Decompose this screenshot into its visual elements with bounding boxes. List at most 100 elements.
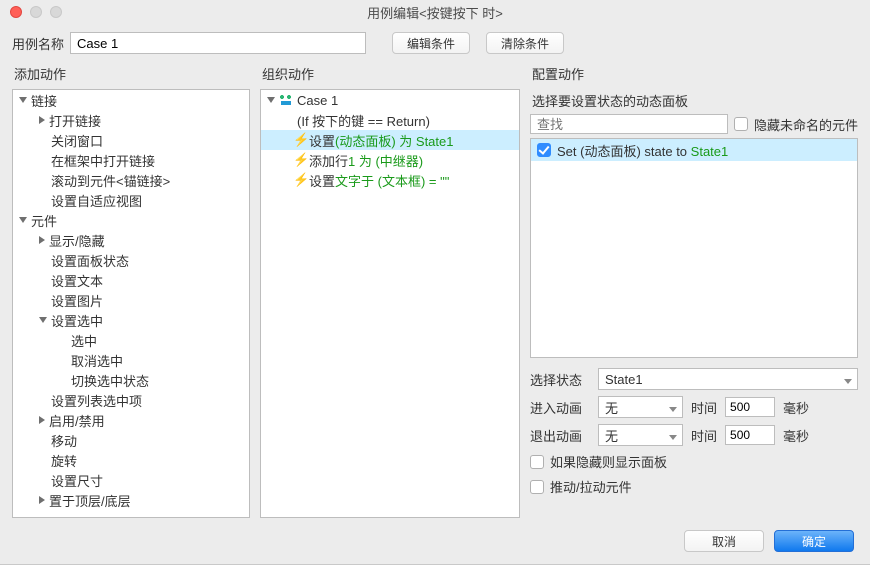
hide-unnamed-checkbox[interactable] <box>734 117 748 131</box>
tree-group-links[interactable]: 链接 <box>13 90 249 110</box>
case-action-tree[interactable]: Case 1 (If 按下的键 == Return) ⚡ 设置 (动态面板) 为… <box>260 89 520 518</box>
window-title: 用例编辑<按键按下 时> <box>8 3 862 22</box>
case-label: Case 1 <box>297 93 338 108</box>
tree-label: 滚动到元件<锚链接> <box>51 171 170 190</box>
target-row[interactable]: Set (动态面板) state to State1 <box>531 139 857 161</box>
configure-area: 选择要设置状态的动态面板 隐藏未命名的元件 Set (动态面板) state t… <box>530 89 858 518</box>
window-traffic-lights <box>10 6 62 18</box>
tree-item-enable-disable[interactable]: 启用/禁用 <box>13 410 249 430</box>
tree-item-set-image[interactable]: 设置图片 <box>13 290 249 310</box>
anim-out-select[interactable]: 无 <box>598 424 683 446</box>
tree-item-close-window[interactable]: 关闭窗口 <box>13 130 249 150</box>
tree-label: 显示/隐藏 <box>49 231 105 250</box>
close-icon[interactable] <box>10 6 22 18</box>
select-state-label: 选择状态 <box>530 370 590 389</box>
select-state-row: 选择状态 State1 <box>530 368 858 390</box>
tree-item-deselect[interactable]: 取消选中 <box>13 350 249 370</box>
tree-item-show-hide[interactable]: 显示/隐藏 <box>13 230 249 250</box>
state-select-value: State1 <box>605 372 643 387</box>
condition-label: (If 按下的键 == Return) <box>297 111 430 130</box>
organize-action-heading: 组织动作 <box>260 64 520 89</box>
tree-item-open-in-frame[interactable]: 在框架中打开链接 <box>13 150 249 170</box>
chevron-down-icon <box>39 317 47 323</box>
target-checkbox[interactable] <box>537 143 551 157</box>
hide-unnamed-label: 隐藏未命名的元件 <box>754 115 858 134</box>
bolt-icon: ⚡ <box>293 132 307 148</box>
state-select[interactable]: State1 <box>598 368 858 390</box>
chevron-right-icon <box>39 236 45 244</box>
chevron-right-icon <box>39 416 45 424</box>
time-out-label: 时间 <box>691 426 717 445</box>
cancel-button[interactable]: 取消 <box>684 530 764 552</box>
anim-in-row: 进入动画 无 时间 毫秒 <box>530 396 858 418</box>
tree-label: 元件 <box>31 211 57 230</box>
show-if-hidden-label: 如果隐藏则显示面板 <box>550 452 667 471</box>
chevron-down-icon <box>19 217 27 223</box>
chevron-down-icon <box>267 97 275 103</box>
organize-action-column: 组织动作 Case 1 (If 按下的键 == Return) ⚡ 设置 (动态… <box>260 64 520 518</box>
tree-item-move[interactable]: 移动 <box>13 430 249 450</box>
action-prefix: 设置 <box>309 131 335 150</box>
tree-label: 设置选中 <box>51 311 103 330</box>
clear-condition-button[interactable]: 清除条件 <box>486 32 564 54</box>
target-state: State1 <box>691 144 729 159</box>
zoom-icon <box>50 6 62 18</box>
tree-item-toggle-select[interactable]: 切换选中状态 <box>13 370 249 390</box>
action-set-text[interactable]: ⚡ 设置 文字于 (文本框) = "" <box>261 170 519 190</box>
tree-item-set-text[interactable]: 设置文本 <box>13 270 249 290</box>
tree-item-set-size[interactable]: 设置尺寸 <box>13 470 249 490</box>
tree-label: 设置面板状态 <box>51 251 129 270</box>
tree-item-open-link[interactable]: 打开链接 <box>13 110 249 130</box>
action-add-row[interactable]: ⚡ 添加行 1 为 (中继器) <box>261 150 519 170</box>
bolt-icon: ⚡ <box>293 172 307 188</box>
add-action-heading: 添加动作 <box>12 64 250 89</box>
dialog-window: 用例编辑<按键按下 时> 用例名称 编辑条件 清除条件 添加动作 链接 打开链接 <box>0 0 870 565</box>
action-prefix: 设置 <box>309 171 335 190</box>
minimize-icon <box>30 6 42 18</box>
anim-in-select[interactable]: 无 <box>598 396 683 418</box>
anim-out-label: 退出动画 <box>530 426 590 445</box>
action-library-tree[interactable]: 链接 打开链接 关闭窗口 在框架中打开链接 滚动到元件<锚链接> <box>12 89 250 518</box>
show-if-hidden-row: 如果隐藏则显示面板 <box>530 452 858 471</box>
tree-item-select[interactable]: 选中 <box>13 330 249 350</box>
tree-item-panel-state[interactable]: 设置面板状态 <box>13 250 249 270</box>
action-target: (动态面板) 为 State1 <box>335 131 453 150</box>
tree-item-bring-front-back[interactable]: 置于顶层/底层 <box>13 490 249 510</box>
target-list[interactable]: Set (动态面板) state to State1 <box>530 138 858 358</box>
ok-button[interactable]: 确定 <box>774 530 854 552</box>
case-name-input[interactable] <box>70 32 366 54</box>
edit-condition-button[interactable]: 编辑条件 <box>392 32 470 54</box>
ms-unit: 毫秒 <box>783 398 809 417</box>
tree-item-rotate[interactable]: 旋转 <box>13 450 249 470</box>
chevron-down-icon <box>19 97 27 103</box>
columns: 添加动作 链接 打开链接 关闭窗口 在框架中打开链接 <box>0 64 870 518</box>
time-in-label: 时间 <box>691 398 717 417</box>
push-pull-checkbox[interactable] <box>530 480 544 494</box>
time-out-input[interactable] <box>725 425 775 445</box>
case-condition[interactable]: (If 按下的键 == Return) <box>261 110 519 130</box>
action-target: 文字于 (文本框) = "" <box>335 171 449 190</box>
push-pull-label: 推动/拉动元件 <box>550 477 632 496</box>
anim-out-row: 退出动画 无 时间 毫秒 <box>530 424 858 446</box>
search-input[interactable] <box>530 114 728 134</box>
tree-item-set-selected[interactable]: 设置选中 <box>13 310 249 330</box>
ms-unit: 毫秒 <box>783 426 809 445</box>
action-prefix: 添加行 <box>309 151 348 170</box>
tree-label: 置于顶层/底层 <box>49 491 131 510</box>
tree-label: 链接 <box>31 91 57 110</box>
bolt-icon: ⚡ <box>293 152 307 168</box>
tree-label: 关闭窗口 <box>51 131 103 150</box>
show-if-hidden-checkbox[interactable] <box>530 455 544 469</box>
config-section: 选择状态 State1 进入动画 无 时间 毫秒 <box>530 368 858 496</box>
action-set-panel-state[interactable]: ⚡ 设置 (动态面板) 为 State1 <box>261 130 519 150</box>
target-label: Set (动态面板) state to State1 <box>557 141 728 160</box>
tree-item-scroll-anchor[interactable]: 滚动到元件<锚链接> <box>13 170 249 190</box>
configure-action-column: 配置动作 选择要设置状态的动态面板 隐藏未命名的元件 Set (动态面板) st… <box>530 64 864 518</box>
time-in-input[interactable] <box>725 397 775 417</box>
case-node[interactable]: Case 1 <box>261 90 519 110</box>
tree-item-adaptive-view[interactable]: 设置自适应视图 <box>13 190 249 210</box>
tree-group-widgets[interactable]: 元件 <box>13 210 249 230</box>
case-name-label: 用例名称 <box>12 34 64 53</box>
tree-item-list-option[interactable]: 设置列表选中项 <box>13 390 249 410</box>
titlebar: 用例编辑<按键按下 时> <box>0 0 870 24</box>
